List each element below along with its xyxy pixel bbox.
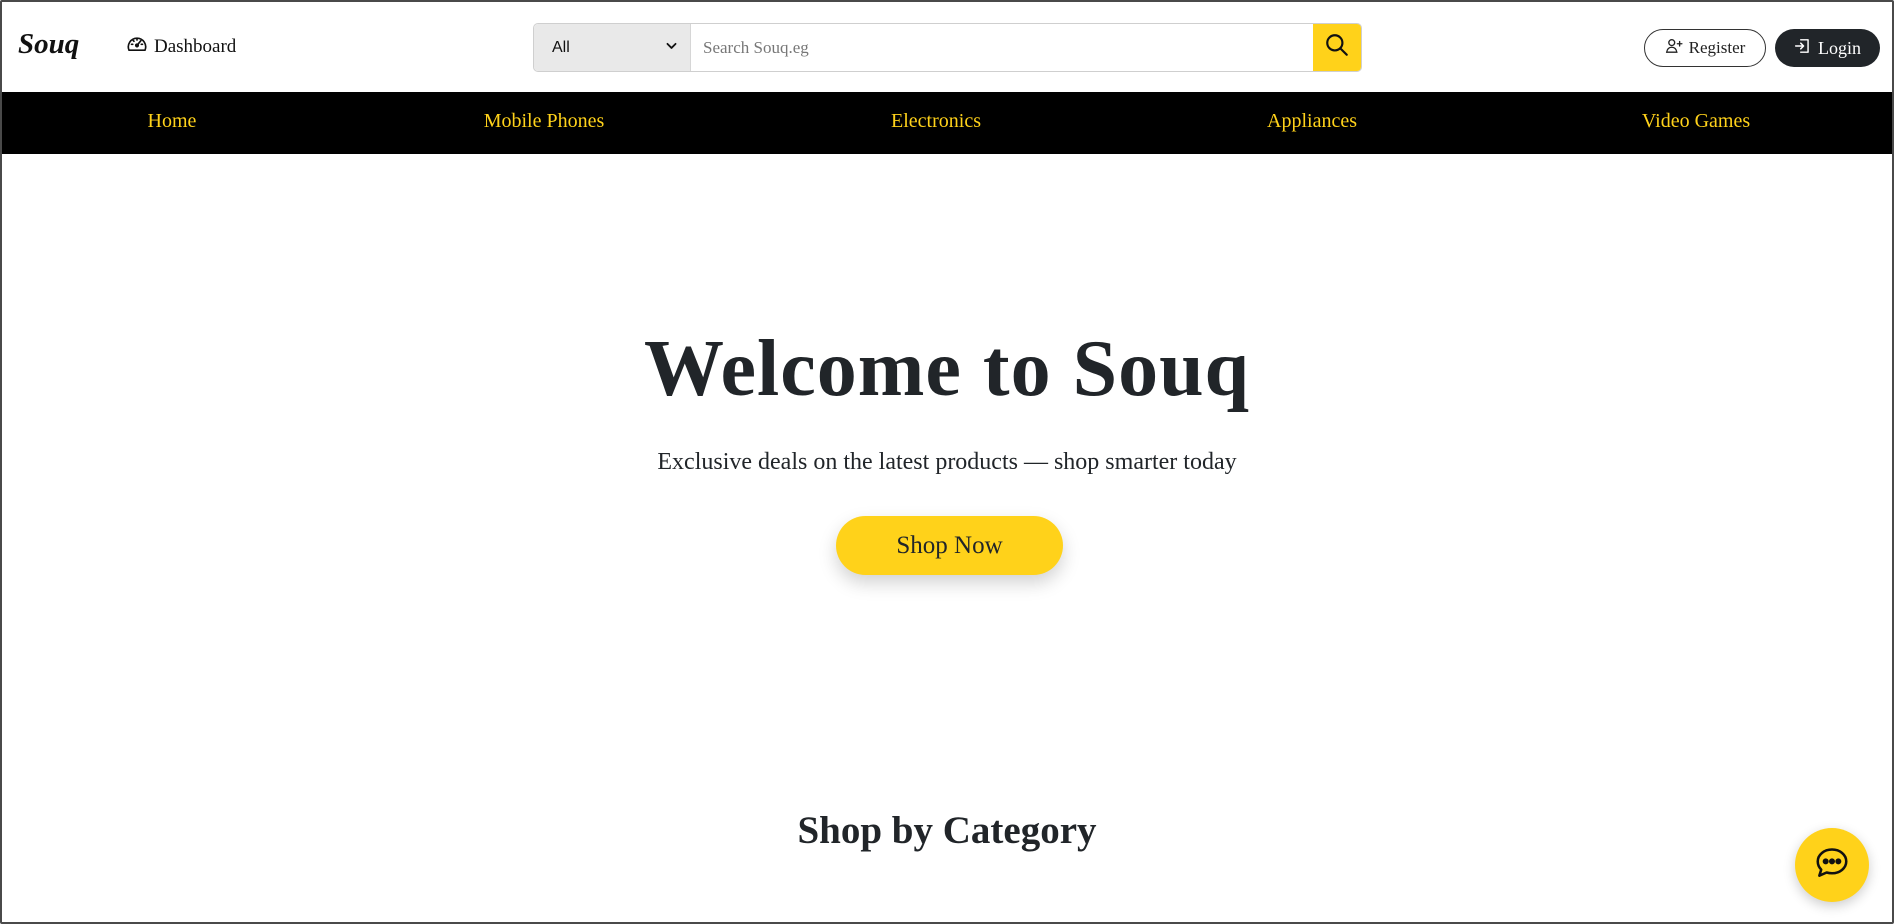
- shop-by-category-heading: Shop by Category: [797, 809, 1097, 852]
- nav-item-home[interactable]: Home: [148, 110, 197, 133]
- search-button[interactable]: [1313, 24, 1361, 71]
- hero-title: Welcome to Souq: [643, 325, 1251, 413]
- register-label: Register: [1688, 38, 1746, 57]
- category-nav: Home Mobile Phones Electronics Appliance…: [2, 92, 1892, 154]
- search-bar: All Search Souq.eg: [533, 23, 1362, 72]
- nav-item-mobile-phones[interactable]: Mobile Phones: [484, 110, 605, 133]
- category-select[interactable]: All: [534, 24, 691, 71]
- brand-logo[interactable]: Souq: [18, 28, 79, 61]
- chat-button[interactable]: [1795, 828, 1869, 902]
- chevron-down-icon: [665, 39, 678, 57]
- nav-item-appliances[interactable]: Appliances: [1267, 110, 1357, 133]
- nav-item-electronics[interactable]: Electronics: [891, 110, 981, 133]
- nav-item-video-games[interactable]: Video Games: [1642, 110, 1750, 133]
- login-button[interactable]: Login: [1775, 29, 1880, 67]
- top-header: Souq Dashboard All Search Souq.eg Regist…: [2, 2, 1892, 92]
- search-input[interactable]: Search Souq.eg: [691, 24, 1313, 71]
- person-plus-icon: [1665, 37, 1683, 60]
- chat-icon: [1813, 844, 1851, 887]
- page-frame: Souq Dashboard All Search Souq.eg Regist…: [0, 0, 1894, 924]
- dashboard-label: Dashboard: [154, 36, 237, 57]
- search-icon: [1324, 32, 1350, 63]
- login-label: Login: [1818, 37, 1861, 58]
- hero-subtitle: Exclusive deals on the latest products —…: [657, 449, 1237, 475]
- login-icon: [1794, 37, 1812, 60]
- category-select-value: All: [552, 38, 570, 56]
- dashboard-link[interactable]: Dashboard: [126, 33, 236, 61]
- register-button[interactable]: Register: [1644, 29, 1766, 67]
- speedometer-icon: [126, 33, 148, 61]
- shop-now-button[interactable]: Shop Now: [836, 516, 1063, 575]
